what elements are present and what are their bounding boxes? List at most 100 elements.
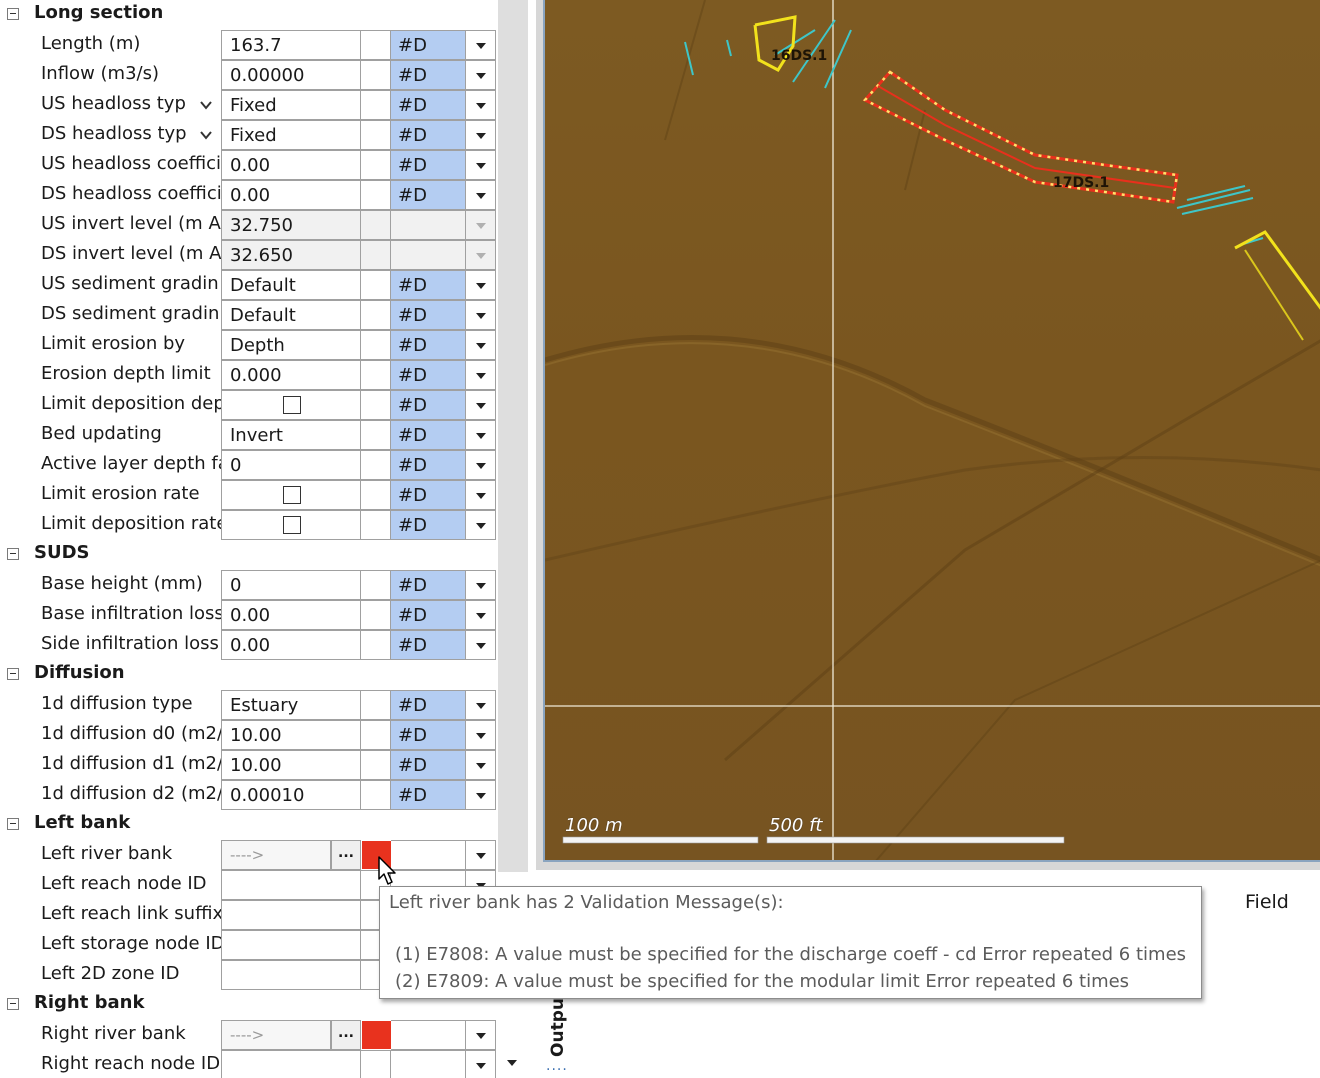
value-cell[interactable] xyxy=(221,930,361,960)
vertical-scrollbar[interactable] xyxy=(498,0,528,872)
output-tab-label[interactable]: Outpu xyxy=(548,998,568,1057)
dropdown-value[interactable] xyxy=(391,840,465,870)
collapse-icon[interactable] xyxy=(7,8,19,20)
value-cell[interactable]: Default xyxy=(221,270,361,300)
chevron-down-icon[interactable] xyxy=(197,96,215,114)
category-label: SUDS xyxy=(34,542,90,563)
default-flag-cell[interactable]: #D xyxy=(391,450,465,480)
dropdown-button[interactable] xyxy=(465,570,496,600)
dropdown-button[interactable] xyxy=(465,630,496,660)
dropdown-button[interactable] xyxy=(465,300,496,330)
dropdown-button[interactable] xyxy=(465,390,496,420)
value-cell[interactable]: 0.000 xyxy=(221,360,361,390)
dropdown-button[interactable] xyxy=(465,690,496,720)
value-cell[interactable]: 0 xyxy=(221,450,361,480)
chevron-down-icon[interactable] xyxy=(197,126,215,144)
default-flag-cell[interactable]: #D xyxy=(391,570,465,600)
dropdown-button[interactable] xyxy=(465,840,496,870)
default-flag-cell[interactable]: #D xyxy=(391,720,465,750)
dropdown-value[interactable] xyxy=(391,1020,465,1050)
browse-button[interactable]: ... xyxy=(331,1020,361,1050)
default-flag-cell[interactable]: #D xyxy=(391,750,465,780)
value-cell[interactable]: Fixed xyxy=(221,120,361,150)
category-diffusion[interactable]: Diffusion xyxy=(0,660,498,690)
default-flag-cell[interactable]: #D xyxy=(391,60,465,90)
dropdown-button[interactable] xyxy=(465,1050,496,1078)
checkbox[interactable] xyxy=(283,396,301,414)
value-cell[interactable]: 10.00 xyxy=(221,720,361,750)
dropdown-button[interactable] xyxy=(465,480,496,510)
collapse-icon[interactable] xyxy=(7,668,19,680)
collapse-icon[interactable] xyxy=(7,998,19,1010)
collapse-icon[interactable] xyxy=(7,548,19,560)
dropdown-button[interactable] xyxy=(465,1020,496,1050)
browse-button[interactable]: ... xyxy=(331,840,361,870)
default-flag-cell[interactable]: #D xyxy=(391,780,465,810)
value-cell[interactable]: 0.00 xyxy=(221,630,361,660)
checkbox[interactable] xyxy=(283,516,301,534)
default-flag-cell[interactable]: #D xyxy=(391,30,465,60)
value-cell[interactable]: 163.7 xyxy=(221,30,361,60)
dropdown-button[interactable] xyxy=(465,780,496,810)
value-cell[interactable] xyxy=(221,870,361,900)
default-flag-cell[interactable]: #D xyxy=(391,480,465,510)
dropdown-button[interactable] xyxy=(465,90,496,120)
value-cell[interactable] xyxy=(221,1050,361,1078)
collapse-icon[interactable] xyxy=(7,818,19,830)
default-flag-cell[interactable]: #D xyxy=(391,180,465,210)
default-flag-cell[interactable]: #D xyxy=(391,690,465,720)
default-flag-cell[interactable]: #D xyxy=(391,300,465,330)
scroll-down-button[interactable] xyxy=(498,1050,528,1078)
default-flag-cell[interactable]: #D xyxy=(391,420,465,450)
dropdown-button[interactable] xyxy=(465,120,496,150)
link-field[interactable]: ----> xyxy=(221,840,331,870)
default-flag-cell[interactable]: #D xyxy=(391,120,465,150)
dropdown-button[interactable] xyxy=(465,450,496,480)
dropdown-button[interactable] xyxy=(465,30,496,60)
dropdown-button[interactable] xyxy=(465,600,496,630)
value-cell[interactable] xyxy=(221,900,361,930)
default-flag-cell[interactable]: #D xyxy=(391,390,465,420)
dropdown-button[interactable] xyxy=(465,150,496,180)
dropdown-value[interactable] xyxy=(391,1050,465,1078)
default-flag-cell[interactable]: #D xyxy=(391,270,465,300)
value-cell[interactable]: Invert xyxy=(221,420,361,450)
category-long-section[interactable]: Long section xyxy=(0,0,498,30)
value-cell[interactable]: 10.00 xyxy=(221,750,361,780)
value-cell[interactable]: 0.00 xyxy=(221,150,361,180)
value-cell[interactable]: Depth xyxy=(221,330,361,360)
value-cell[interactable]: 0.00 xyxy=(221,600,361,630)
dropdown-button[interactable] xyxy=(465,360,496,390)
dropdown-button[interactable] xyxy=(465,750,496,780)
value-cell[interactable] xyxy=(221,960,361,990)
default-flag-cell[interactable]: #D xyxy=(391,330,465,360)
value-cell[interactable]: 0.00 xyxy=(221,180,361,210)
value-cell[interactable]: Estuary xyxy=(221,690,361,720)
dropdown-button[interactable] xyxy=(465,420,496,450)
value-cell[interactable]: 0 xyxy=(221,570,361,600)
section-next[interactable] xyxy=(1234,230,1320,310)
category-left-bank[interactable]: Left bank xyxy=(0,810,498,840)
checkbox[interactable] xyxy=(283,486,301,504)
map-view[interactable]: 16DS.1 17DS.1 100 m 500 ft xyxy=(543,0,1320,862)
default-flag-cell[interactable]: #D xyxy=(391,150,465,180)
default-flag-cell[interactable]: #D xyxy=(391,90,465,120)
value-cell[interactable]: 0.00000 xyxy=(221,60,361,90)
dropdown-button[interactable] xyxy=(465,270,496,300)
default-flag-cell[interactable]: #D xyxy=(391,510,465,540)
dropdown-button[interactable] xyxy=(465,180,496,210)
value-cell[interactable]: 0.00010 xyxy=(221,780,361,810)
default-flag-cell[interactable]: #D xyxy=(391,630,465,660)
default-flag-cell[interactable]: #D xyxy=(391,600,465,630)
dropdown-button[interactable] xyxy=(465,60,496,90)
value-cell[interactable]: Fixed xyxy=(221,90,361,120)
default-flag-cell[interactable]: #D xyxy=(391,360,465,390)
dropdown-button[interactable] xyxy=(465,510,496,540)
link-field[interactable]: ----> xyxy=(221,1020,331,1050)
field-column-header[interactable]: Field xyxy=(1245,891,1289,913)
value-cell[interactable]: Default xyxy=(221,300,361,330)
category-suds[interactable]: SUDS xyxy=(0,540,498,570)
dropdown-button[interactable] xyxy=(465,720,496,750)
dropdown-button[interactable] xyxy=(465,330,496,360)
validation-error-flag[interactable] xyxy=(362,1021,391,1049)
